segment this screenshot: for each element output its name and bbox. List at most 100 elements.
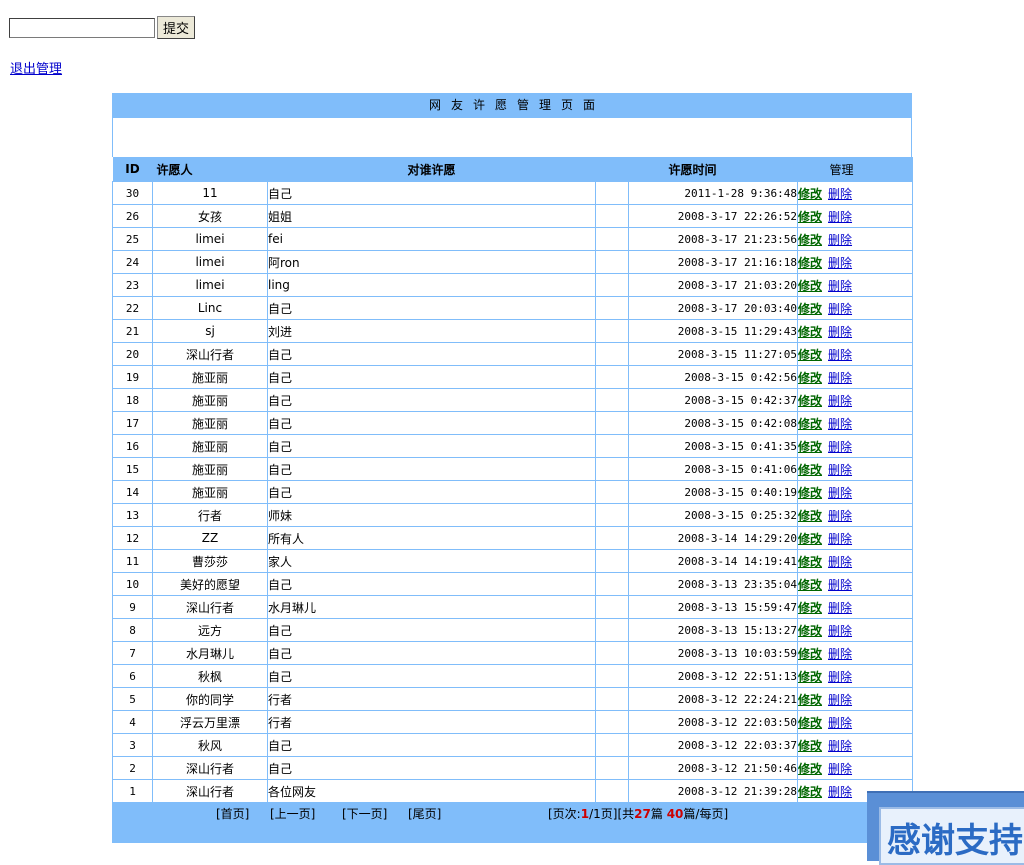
edit-link[interactable]: 修改 [799,463,823,477]
header-id: ID [112,157,153,182]
delete-link[interactable]: 删除 [828,210,852,224]
delete-link[interactable]: 删除 [828,440,852,454]
cell-target: 自己 [267,411,596,435]
submit-button[interactable]: 提交 [157,16,196,39]
delete-link[interactable]: 删除 [828,509,852,523]
delete-link[interactable]: 删除 [828,624,852,638]
cell-manage: 修改 删除 [797,618,913,642]
delete-link[interactable]: 删除 [828,233,852,247]
cell-time: 2008-3-17 20:03:40 [628,296,798,320]
edit-link[interactable]: 修改 [799,670,823,684]
edit-link[interactable]: 修改 [799,739,823,753]
delete-link[interactable]: 删除 [828,417,852,431]
edit-link[interactable]: 修改 [799,532,823,546]
delete-link[interactable]: 删除 [828,325,852,339]
cell-manage: 修改 删除 [797,687,913,711]
cell-manage: 修改 删除 [797,296,913,320]
cell-manage: 修改 删除 [797,434,913,458]
delete-link[interactable]: 删除 [828,279,852,293]
edit-link[interactable]: 修改 [799,210,823,224]
pager-prev-link[interactable]: [上一页] [270,805,315,822]
edit-link[interactable]: 修改 [799,279,823,293]
cell-target: 姐姐 [267,204,596,228]
delete-link[interactable]: 删除 [828,463,852,477]
delete-link[interactable]: 删除 [828,647,852,661]
delete-link[interactable]: 删除 [828,555,852,569]
delete-link[interactable]: 删除 [828,348,852,362]
cell-empty [595,503,629,527]
edit-link[interactable]: 修改 [799,348,823,362]
delete-link[interactable]: 删除 [828,716,852,730]
delete-link[interactable]: 删除 [828,302,852,316]
delete-link[interactable]: 删除 [828,486,852,500]
delete-link[interactable]: 删除 [828,256,852,270]
edit-link[interactable]: 修改 [799,371,823,385]
edit-link[interactable]: 修改 [799,785,823,799]
edit-link[interactable]: 修改 [799,762,823,776]
delete-link[interactable]: 删除 [828,532,852,546]
delete-link[interactable]: 删除 [828,762,852,776]
cell-time: 2008-3-17 21:16:18 [628,250,798,274]
delete-link[interactable]: 删除 [828,739,852,753]
edit-link[interactable]: 修改 [799,716,823,730]
delete-link[interactable]: 删除 [828,601,852,615]
edit-link[interactable]: 修改 [799,417,823,431]
edit-link[interactable]: 修改 [799,578,823,592]
total-count: 27 [634,807,651,821]
edit-link[interactable]: 修改 [799,509,823,523]
thanks-banner[interactable]: 感谢支持 [867,791,1024,865]
delete-link[interactable]: 删除 [828,394,852,408]
edit-link[interactable]: 修改 [799,693,823,707]
pager-first-link[interactable]: [首页] [216,805,249,822]
header-manage: 管理 [797,157,913,182]
edit-link[interactable]: 修改 [799,233,823,247]
cell-id: 10 [112,572,153,596]
cell-time: 2008-3-15 0:41:35 [628,434,798,458]
text-input[interactable] [9,17,155,38]
edit-link[interactable]: 修改 [799,624,823,638]
edit-link[interactable]: 修改 [799,394,823,408]
delete-link[interactable]: 删除 [828,785,852,799]
pager-next-link[interactable]: [下一页] [342,805,387,822]
table-row: 7 水月琳儿 自己 2008-3-13 10:03:59 修改 删除 [112,641,913,665]
edit-link[interactable]: 修改 [799,325,823,339]
cell-target: 自己 [267,388,596,412]
logout-link[interactable]: 退出管理 [10,58,62,77]
cell-name: 水月琳儿 [152,641,268,665]
delete-link[interactable]: 删除 [828,371,852,385]
delete-link[interactable]: 删除 [828,693,852,707]
delete-link[interactable]: 删除 [828,187,852,201]
cell-empty [595,434,629,458]
pager-last-link[interactable]: [尾页] [408,805,441,822]
cell-manage: 修改 删除 [797,250,913,274]
header-target: 对谁许愿 [267,157,596,182]
table-row: 5 你的同学 行者 2008-3-12 22:24:21 修改 删除 [112,687,913,711]
edit-link[interactable]: 修改 [799,601,823,615]
delete-link[interactable]: 删除 [828,670,852,684]
cell-empty [595,618,629,642]
total-prefix: [共 [617,807,635,821]
edit-link[interactable]: 修改 [799,555,823,569]
edit-link[interactable]: 修改 [799,187,823,201]
table-row: 2 深山行者 自己 2008-3-12 21:50:46 修改 删除 [112,756,913,780]
cell-name: 行者 [152,503,268,527]
delete-link[interactable]: 删除 [828,578,852,592]
cell-target: 自己 [267,641,596,665]
cell-name: 曹莎莎 [152,549,268,573]
edit-link[interactable]: 修改 [799,302,823,316]
cell-target: 自己 [267,365,596,389]
edit-link[interactable]: 修改 [799,256,823,270]
edit-link[interactable]: 修改 [799,647,823,661]
cell-manage: 修改 删除 [797,710,913,734]
page-title: 网友许愿管理页面 [112,93,912,118]
wish-table: ID 许愿人 对谁许愿 许愿时间 管理 30 11 自己 2011-1-28 9:36… [112,157,913,803]
per-page-suffix: 篇/每页] [683,807,729,821]
cell-time: 2008-3-14 14:19:41 [628,549,798,573]
table-row: 3 秋风 自己 2008-3-12 22:03:37 修改 删除 [112,733,913,757]
cell-id: 5 [112,687,153,711]
cell-name: 深山行者 [152,342,268,366]
cell-id: 14 [112,480,153,504]
cell-target: ling [267,273,596,297]
edit-link[interactable]: 修改 [799,440,823,454]
edit-link[interactable]: 修改 [799,486,823,500]
